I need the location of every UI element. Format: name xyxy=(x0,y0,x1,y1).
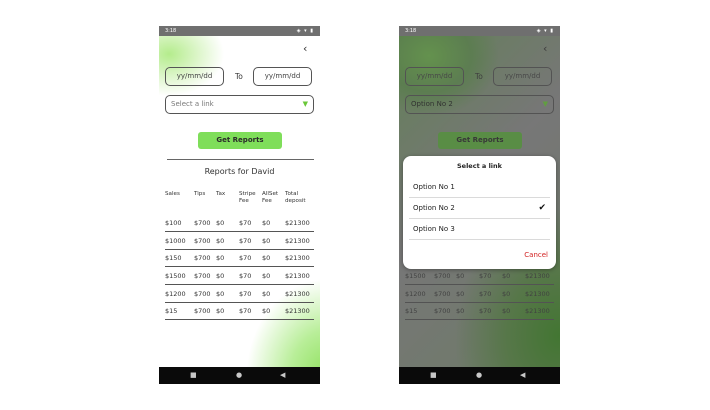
cell-tips: $700 xyxy=(194,219,211,227)
column-header-total-deposit: Total deposit xyxy=(285,191,306,204)
cell-tax: $0 xyxy=(216,254,225,262)
cell-sales: $100 xyxy=(165,219,182,227)
link-select-value: Select a link xyxy=(171,100,214,108)
cell-stripe-fee: $70 xyxy=(239,219,252,227)
cell-tips: $700 xyxy=(194,290,211,298)
nav-back-icon[interactable]: ◀ xyxy=(280,367,285,384)
cell-allset-fee: $0 xyxy=(262,290,271,298)
status-time: 3:18 xyxy=(165,28,177,34)
cell-stripe-fee: $70 xyxy=(239,290,252,298)
cell-sales: $1000 xyxy=(165,237,186,245)
nav-back-icon[interactable]: ◀ xyxy=(520,367,525,384)
recent-apps-icon[interactable]: ■ xyxy=(430,367,437,384)
status-bar: 3:18 ◈ ▾ ▮ xyxy=(159,26,320,36)
column-header-tax: Tax xyxy=(216,191,226,197)
cell-tax: $0 xyxy=(216,272,225,280)
cell-allset-fee: $0 xyxy=(262,307,271,315)
cell-tips: $700 xyxy=(194,237,211,245)
cell-tips: $700 xyxy=(194,272,211,280)
reports-screen: ‹ yy/mm/dd To yy/mm/dd Select a link ▼ G… xyxy=(159,36,320,367)
system-nav-bar: ■ ● ◀ xyxy=(399,367,560,384)
to-label: To xyxy=(235,72,243,81)
dialog-option-2[interactable]: Option No 2 ✔ xyxy=(409,198,550,219)
cell-sales: $1500 xyxy=(165,272,186,280)
status-icons: ◈ ▾ ▮ xyxy=(296,28,314,34)
divider xyxy=(167,159,314,160)
cell-total-deposit: $21300 xyxy=(285,307,310,315)
cell-tax: $0 xyxy=(216,290,225,298)
cell-stripe-fee: $70 xyxy=(239,237,252,245)
reports-screen-dimmed: ‹ yy/mm/dd To yy/mm/dd Option No 2 ▼ Get… xyxy=(399,36,560,367)
from-date-field[interactable]: yy/mm/dd xyxy=(165,67,224,86)
cell-sales: $150 xyxy=(165,254,182,262)
cell-allset-fee: $0 xyxy=(262,219,271,227)
status-icons: ◈ ▾ ▮ xyxy=(536,28,554,34)
cell-stripe-fee: $70 xyxy=(239,307,252,315)
dialog-option-3[interactable]: Option No 3 xyxy=(409,219,550,240)
link-select[interactable]: Select a link ▼ xyxy=(165,95,314,114)
table-row: $100 $700 $0 $70 $0 $21300 xyxy=(165,214,314,232)
column-header-stripe-fee: Stripe Fee xyxy=(239,191,256,204)
column-header-sales: Sales xyxy=(165,191,180,197)
select-link-dialog: Select a link Option No 1 Option No 2 ✔ … xyxy=(403,156,556,269)
cell-allset-fee: $0 xyxy=(262,254,271,262)
cell-allset-fee: $0 xyxy=(262,272,271,280)
back-icon[interactable]: ‹ xyxy=(303,42,307,55)
cell-total-deposit: $21300 xyxy=(285,272,310,280)
system-nav-bar: ■ ● ◀ xyxy=(159,367,320,384)
cell-tax: $0 xyxy=(216,237,225,245)
phone-screen-select-dialog: 3:18 ◈ ▾ ▮ ‹ yy/mm/dd To yy/mm/dd Option… xyxy=(399,26,560,384)
dialog-title: Select a link xyxy=(456,162,502,170)
cell-allset-fee: $0 xyxy=(262,237,271,245)
checkmark-icon: ✔ xyxy=(538,203,546,213)
dialog-option-1[interactable]: Option No 1 xyxy=(409,177,550,198)
table-row: $150 $700 $0 $70 $0 $21300 xyxy=(165,249,314,267)
phone-screen-reports: 3:18 ◈ ▾ ▮ ‹ yy/mm/dd To yy/mm/dd Select… xyxy=(159,26,320,384)
to-date-field[interactable]: yy/mm/dd xyxy=(253,67,312,86)
cell-tax: $0 xyxy=(216,219,225,227)
home-icon[interactable]: ● xyxy=(236,367,242,384)
cell-tax: $0 xyxy=(216,307,225,315)
table-row: $1000 $700 $0 $70 $0 $21300 xyxy=(165,232,314,250)
cell-tips: $700 xyxy=(194,254,211,262)
report-title: Reports for David xyxy=(204,167,275,176)
home-icon[interactable]: ● xyxy=(476,367,482,384)
recent-apps-icon[interactable]: ■ xyxy=(190,367,197,384)
status-time: 3:18 xyxy=(405,28,417,34)
cell-total-deposit: $21300 xyxy=(285,290,310,298)
table-row: $15 $700 $0 $70 $0 $21300 xyxy=(165,302,314,320)
cell-total-deposit: $21300 xyxy=(285,219,310,227)
get-reports-button[interactable]: Get Reports xyxy=(198,132,282,149)
cell-sales: $15 xyxy=(165,307,178,315)
column-header-tips: Tips xyxy=(194,191,206,197)
cell-stripe-fee: $70 xyxy=(239,272,252,280)
option-label: Option No 3 xyxy=(413,225,455,233)
cell-sales: $1200 xyxy=(165,290,186,298)
column-header-allset-fee: AllSet Fee xyxy=(262,191,279,204)
cell-stripe-fee: $70 xyxy=(239,254,252,262)
status-bar: 3:18 ◈ ▾ ▮ xyxy=(399,26,560,36)
table-header: Sales Tips Tax Stripe Fee AllSet Fee Total… xyxy=(165,191,315,211)
cell-tips: $700 xyxy=(194,307,211,315)
cancel-button[interactable]: Cancel xyxy=(524,251,548,259)
cell-total-deposit: $21300 xyxy=(285,237,310,245)
option-label: Option No 2 xyxy=(413,204,455,212)
option-label: Option No 1 xyxy=(413,183,455,191)
table-row: $1500 $700 $0 $70 $0 $21300 xyxy=(165,267,314,285)
cell-total-deposit: $21300 xyxy=(285,254,310,262)
dropdown-arrow-icon: ▼ xyxy=(302,100,308,108)
table-row: $1200 $700 $0 $70 $0 $21300 xyxy=(165,285,314,303)
